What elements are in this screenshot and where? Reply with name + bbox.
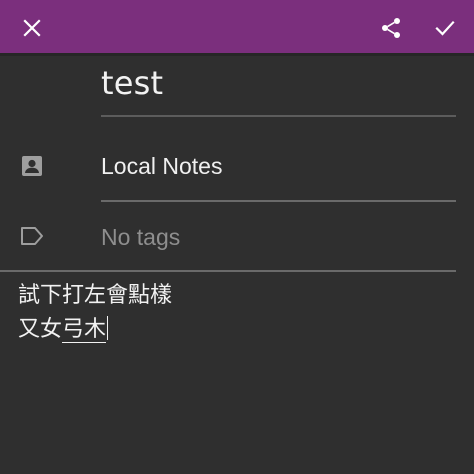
tags-field[interactable]: No tags [101, 224, 180, 251]
close-icon [23, 19, 41, 37]
share-button[interactable] [371, 8, 411, 48]
top-app-bar [0, 0, 474, 56]
note-title-input[interactable]: test [101, 64, 163, 102]
account-box-icon [18, 152, 46, 180]
body-line-2-committed: 又女 [18, 317, 63, 342]
ime-composing-text: 弓木 [62, 317, 107, 343]
notebook-divider [101, 200, 456, 202]
save-button[interactable] [425, 8, 465, 48]
check-icon [435, 20, 455, 36]
note-editor-screen: test Local Notes No tags 試下打左會點樣 又女弓木 [0, 0, 474, 474]
tags-divider [0, 270, 456, 272]
close-button[interactable] [12, 8, 52, 48]
notebook-selector[interactable]: Local Notes [101, 153, 222, 180]
label-outline-icon [18, 222, 46, 250]
body-line-1: 試下打左會點樣 [18, 283, 173, 308]
title-underline [101, 115, 456, 117]
share-icon [382, 18, 400, 38]
text-cursor [107, 316, 109, 340]
body-line-2: 又女弓木 [18, 313, 448, 347]
note-body-input[interactable]: 試下打左會點樣 又女弓木 [18, 279, 448, 347]
